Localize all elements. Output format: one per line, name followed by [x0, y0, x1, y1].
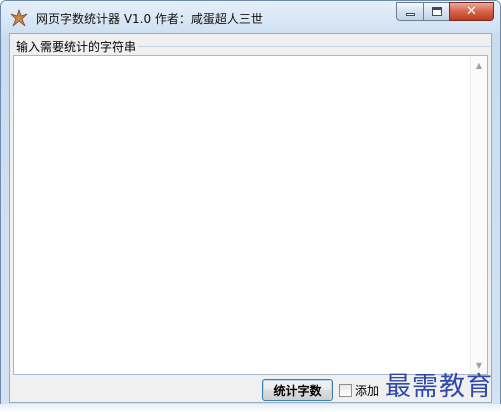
- star-icon: [10, 9, 28, 27]
- vertical-scrollbar[interactable]: ▲ ▼: [470, 56, 487, 374]
- window-shadow: [0, 404, 501, 412]
- input-group-label: 输入需要统计的字符串: [14, 38, 139, 55]
- maximize-icon: [432, 7, 442, 16]
- window-title: 网页字数统计器 V1.0 作者：咸蛋超人三世: [36, 12, 263, 26]
- scroll-up-icon[interactable]: ▲: [471, 58, 487, 74]
- option-checkbox[interactable]: [339, 383, 352, 397]
- title-bar[interactable]: 网页字数统计器 V1.0 作者：咸蛋超人三世 ✕: [1, 1, 500, 33]
- option-checkbox-label: 添加: [355, 383, 380, 398]
- close-button[interactable]: ✕: [449, 2, 494, 21]
- minimize-icon: [406, 13, 415, 16]
- option-checkbox-row[interactable]: 添加: [339, 382, 379, 398]
- app-window: 网页字数统计器 V1.0 作者：咸蛋超人三世 ✕ 输入需要统计的字符串 ▲ ▼ …: [0, 0, 501, 412]
- watermark-text: 最需教育: [385, 372, 494, 402]
- close-icon: ✕: [466, 4, 477, 19]
- maximize-button[interactable]: [423, 2, 449, 21]
- minimize-button[interactable]: [396, 2, 423, 21]
- caption-buttons: ✕: [396, 2, 494, 22]
- string-input[interactable]: [13, 55, 488, 375]
- count-characters-button[interactable]: 统计字数: [262, 379, 333, 401]
